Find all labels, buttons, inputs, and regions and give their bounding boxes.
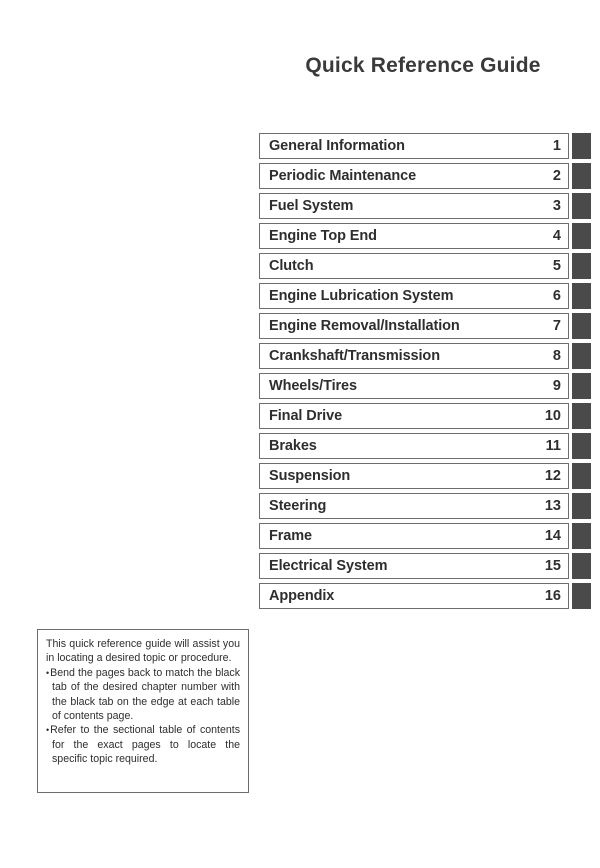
chapter-tab-marker (572, 193, 591, 219)
toc-row-plate[interactable]: Crankshaft/Transmission 8 (259, 343, 569, 369)
toc-chapter-label: Suspension (269, 467, 351, 484)
toc-row[interactable]: Clutch 5 (259, 253, 591, 279)
toc-row[interactable]: Brakes 11 (259, 433, 591, 459)
toc-row[interactable]: Crankshaft/Transmission 8 (259, 343, 591, 369)
toc-row-plate[interactable]: Suspension 12 (259, 463, 569, 489)
toc-row-plate[interactable]: Engine Removal/Installation 7 (259, 313, 569, 339)
toc-row-plate[interactable]: Steering 13 (259, 493, 569, 519)
note-intro-text: This quick reference guide will assist y… (46, 638, 240, 665)
toc-row-plate[interactable]: Frame 14 (259, 523, 569, 549)
toc-chapter-label: Periodic Maintenance (269, 167, 417, 184)
chapter-tab-marker (572, 373, 591, 399)
toc-chapter-label: Appendix (269, 587, 335, 604)
toc-chapter-number: 11 (545, 437, 561, 454)
chapter-tab-marker (572, 223, 591, 249)
toc-row[interactable]: Suspension 12 (259, 463, 591, 489)
toc-row-plate[interactable]: Electrical System 15 (259, 553, 569, 579)
toc-chapter-label: Electrical System (269, 557, 388, 574)
note-bullet-1: Bend the pages back to match the black t… (46, 666, 240, 724)
toc-row[interactable]: Engine Removal/Installation 7 (259, 313, 591, 339)
toc-chapter-number: 10 (544, 407, 561, 424)
toc-chapter-label: Final Drive (269, 407, 343, 424)
chapter-tab-marker (572, 463, 591, 489)
toc-row-plate[interactable]: Wheels/Tires 9 (259, 373, 569, 399)
toc-row[interactable]: Engine Lubrication System 6 (259, 283, 591, 309)
toc-row-plate[interactable]: Clutch 5 (259, 253, 569, 279)
toc-chapter-number: 14 (544, 527, 561, 544)
chapter-tab-marker (572, 583, 591, 609)
toc-row-plate[interactable]: Periodic Maintenance 2 (259, 163, 569, 189)
toc-row[interactable]: Electrical System 15 (259, 553, 591, 579)
chapter-tab-marker (572, 253, 591, 279)
chapter-tab-marker (572, 553, 591, 579)
chapter-tab-marker (572, 493, 591, 519)
toc-chapter-label: Engine Removal/Installation (269, 317, 460, 334)
toc-row-plate[interactable]: Engine Lubrication System 6 (259, 283, 569, 309)
toc-row[interactable]: Fuel System 3 (259, 193, 591, 219)
toc-row[interactable]: Steering 13 (259, 493, 591, 519)
toc-chapter-number: 13 (544, 497, 561, 514)
chapter-tab-marker (572, 283, 591, 309)
toc-row-plate[interactable]: Appendix 16 (259, 583, 569, 609)
toc-row[interactable]: Engine Top End 4 (259, 223, 591, 249)
toc-chapter-number: 2 (552, 167, 561, 184)
toc-row-plate[interactable]: Fuel System 3 (259, 193, 569, 219)
toc-chapter-label: Steering (269, 497, 327, 514)
toc-chapter-label: Engine Top End (269, 227, 377, 244)
chapter-tab-marker (572, 433, 591, 459)
chapter-tab-marker (572, 163, 591, 189)
toc-chapter-number: 16 (544, 587, 561, 604)
toc-chapter-label: Frame (269, 527, 313, 544)
toc-chapter-number: 15 (544, 557, 561, 574)
chapter-tab-marker (572, 313, 591, 339)
toc-chapter-number: 8 (552, 347, 561, 364)
toc-row[interactable]: Final Drive 10 (259, 403, 591, 429)
toc-chapter-label: General Information (269, 137, 405, 154)
toc-chapter-label: Engine Lubrication System (269, 287, 454, 304)
toc-row[interactable]: Frame 14 (259, 523, 591, 549)
toc-row[interactable]: General Information 1 (259, 133, 591, 159)
toc-chapter-number: 9 (552, 377, 561, 394)
toc-chapter-number: 5 (552, 257, 561, 274)
quick-reference-toc: General Information 1 Periodic Maintenance… (259, 133, 591, 613)
toc-chapter-number: 6 (552, 287, 561, 304)
toc-row-plate[interactable]: Final Drive 10 (259, 403, 569, 429)
toc-chapter-label: Crankshaft/Transmission (269, 347, 440, 364)
toc-chapter-label: Wheels/Tires (269, 377, 357, 394)
toc-row[interactable]: Appendix 16 (259, 583, 591, 609)
chapter-tab-marker (572, 343, 591, 369)
chapter-tab-marker (572, 133, 591, 159)
toc-row-plate[interactable]: General Information 1 (259, 133, 569, 159)
toc-chapter-label: Clutch (269, 257, 314, 274)
toc-row-plate[interactable]: Engine Top End 4 (259, 223, 569, 249)
chapter-tab-marker (572, 403, 591, 429)
toc-chapter-number: 1 (552, 137, 561, 154)
page-title: Quick Reference Guide (305, 54, 541, 77)
instruction-note-box: This quick reference guide will assist y… (37, 629, 249, 793)
toc-chapter-number: 7 (552, 317, 561, 334)
chapter-tab-marker (572, 523, 591, 549)
toc-row-plate[interactable]: Brakes 11 (259, 433, 569, 459)
toc-row[interactable]: Periodic Maintenance 2 (259, 163, 591, 189)
toc-chapter-number: 4 (552, 227, 561, 244)
toc-chapter-label: Fuel System (269, 197, 354, 214)
toc-chapter-label: Brakes (269, 437, 317, 454)
toc-chapter-number: 12 (544, 467, 561, 484)
toc-row[interactable]: Wheels/Tires 9 (259, 373, 591, 399)
note-bullet-2: Refer to the sectional table of contents… (46, 723, 240, 766)
toc-chapter-number: 3 (552, 197, 561, 214)
